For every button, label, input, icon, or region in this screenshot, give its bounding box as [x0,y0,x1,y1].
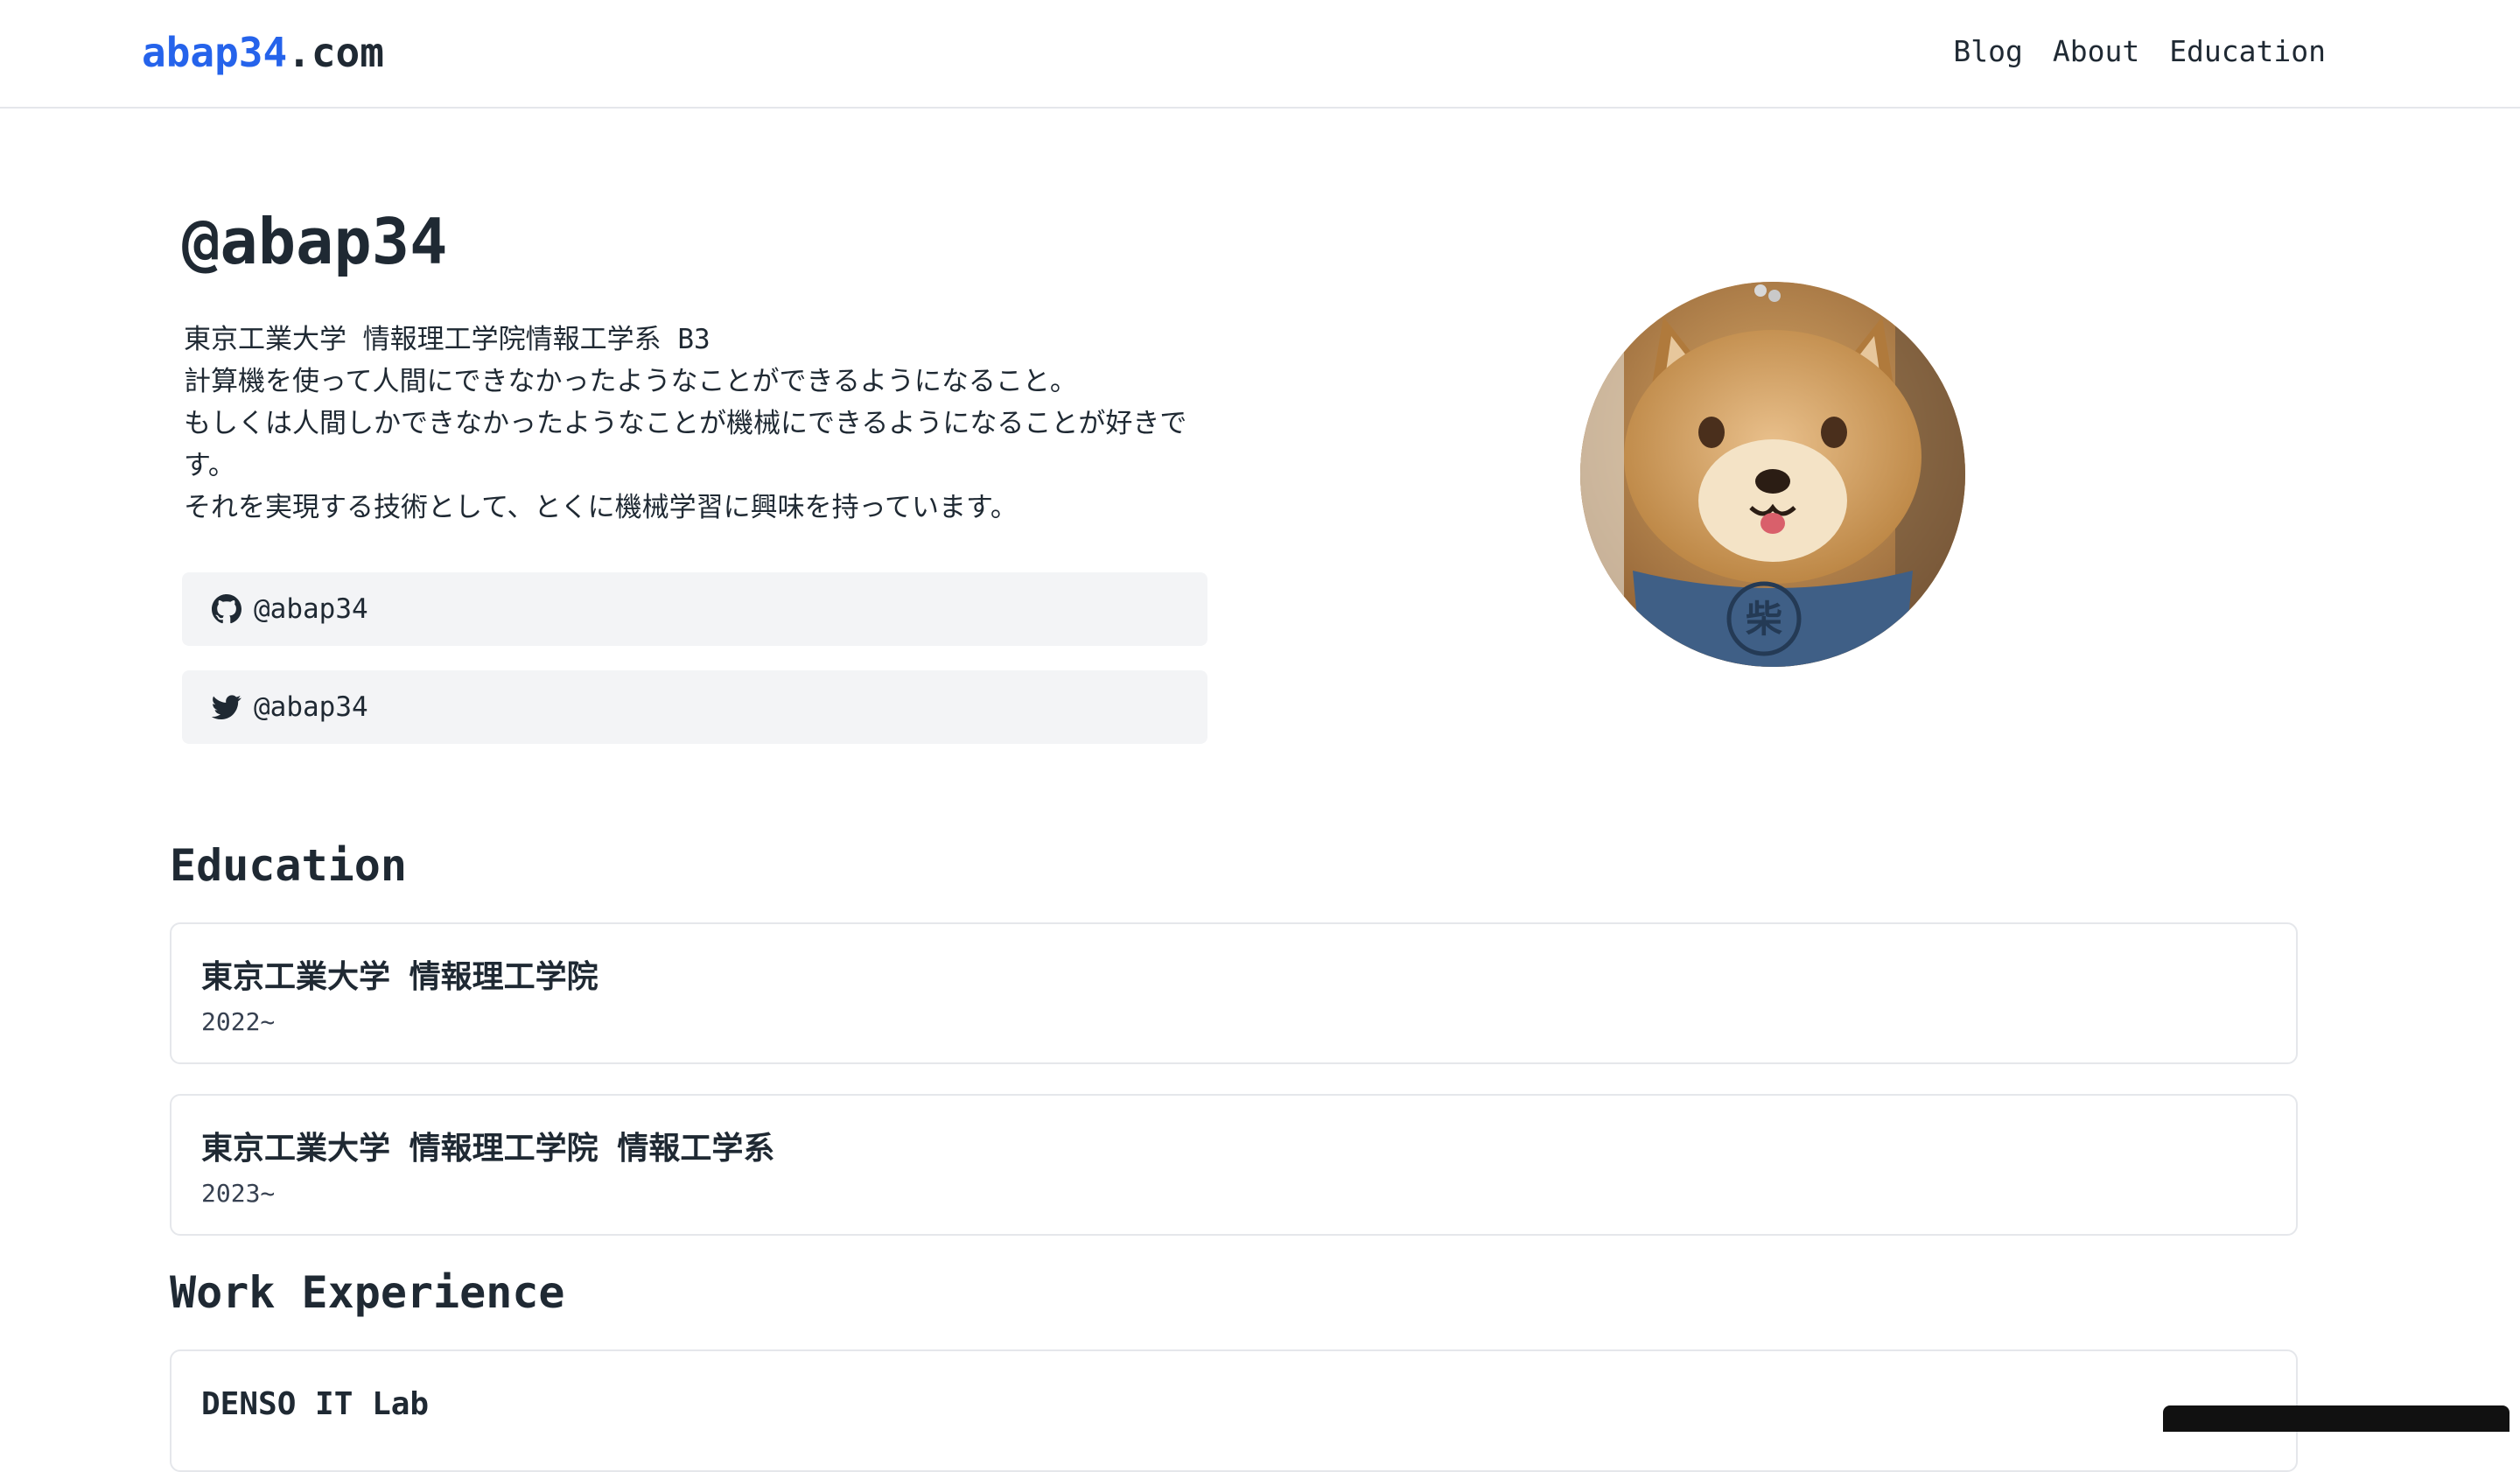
bio-line: それを実現する技術として、とくに機械学習に興味を持っています。 [184,492,1018,523]
bandana-badge-text: 柴 [1746,598,1782,641]
logo-main-text: abap34 [142,29,288,76]
nav-about-link[interactable]: About [2053,30,2139,74]
education-card: 東京工業大学 情報理工学院 2022~ [170,922,2298,1064]
profile-avatar: 柴 [1580,282,1965,667]
logo-tld-text: .com [287,29,384,76]
work-card: DENSO IT Lab [170,1349,2298,1472]
profile-handle: @abap34 [182,205,448,278]
bio-line: 東京工業大学 情報理工学院情報工学系 B3 [184,324,710,355]
github-icon [212,594,242,624]
floating-widget-edge[interactable] [2163,1405,2510,1432]
site-header: abap34.com Blog About Education [0,0,2520,109]
main-nav: Blog About Education [1953,30,2326,74]
work-company: DENSO IT Lab [201,1386,430,1422]
education-school: 東京工業大学 情報理工学院 [201,959,598,995]
education-period: 2022~ [201,1007,276,1036]
shiba-plush-avatar: 柴 [1580,282,1965,667]
education-period: 2023~ [201,1179,276,1208]
nav-blog-link[interactable]: Blog [1953,30,2022,74]
twitter-handle: @abap34 [254,691,368,723]
bio-line: 計算機を使って人間にできなかったようなことができるようになること。 [184,366,1077,397]
work-experience-heading: Work Experience [170,1267,565,1318]
twitter-icon [212,692,242,722]
github-link[interactable]: @abap34 [182,572,1208,646]
nav-education-link[interactable]: Education [2169,30,2326,74]
profile-bio: 東京工業大学 情報理工学院情報工学系 B3 計算機を使って人間にできなかったよう… [184,319,1216,529]
education-heading: Education [170,840,407,891]
education-card: 東京工業大学 情報理工学院 情報工学系 2023~ [170,1094,2298,1236]
site-logo[interactable]: abap34.com [142,25,384,81]
bio-line: もしくは人間しかできなかったようなことが機械にできるようになることが好きです。 [184,408,1187,481]
twitter-link[interactable]: @abap34 [182,670,1208,744]
github-handle: @abap34 [254,593,368,625]
education-school: 東京工業大学 情報理工学院 情報工学系 [201,1131,775,1167]
